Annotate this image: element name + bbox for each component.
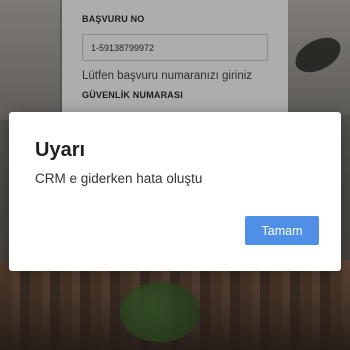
alert-dialog: Uyarı CRM e giderken hata oluştu Tamam xyxy=(9,112,341,271)
dialog-title: Uyarı xyxy=(35,139,86,161)
ok-button[interactable]: Tamam xyxy=(245,216,319,245)
dialog-message: CRM e giderken hata oluştu xyxy=(35,171,203,186)
